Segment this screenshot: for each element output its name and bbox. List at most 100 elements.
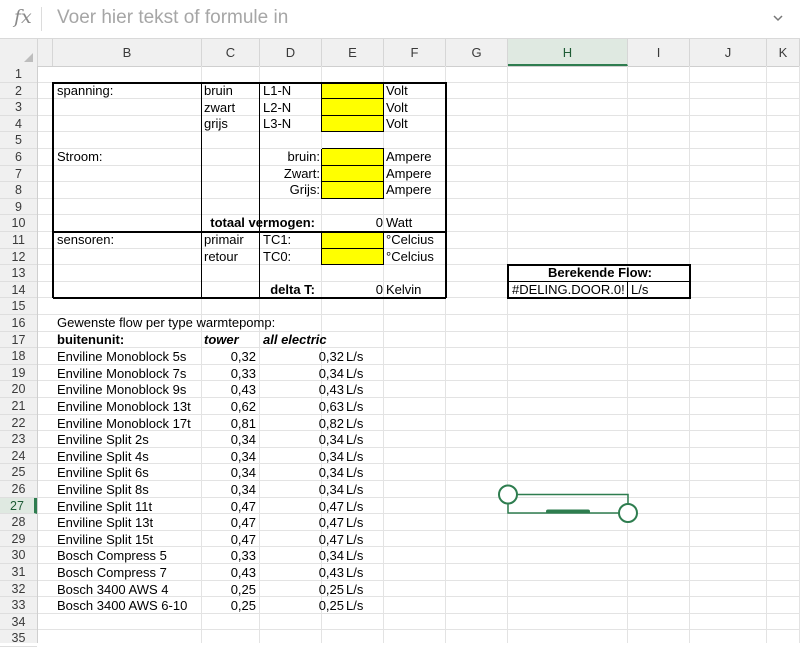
column-header-g[interactable]: G <box>446 39 508 66</box>
cell-border <box>201 82 202 299</box>
row-header-6[interactable]: 6 <box>0 149 37 166</box>
table-cell-all-electric: 0,47 <box>318 531 344 547</box>
cell-border <box>383 232 384 249</box>
row-header-5[interactable]: 5 <box>0 132 37 149</box>
row-header-7[interactable]: 7 <box>0 166 37 183</box>
column-header-a[interactable] <box>38 39 53 66</box>
gridline <box>507 66 508 643</box>
row-header-21[interactable]: 21 <box>0 398 37 415</box>
gridline <box>766 66 767 643</box>
input-cell-e6[interactable] <box>322 149 384 166</box>
table-cell-tower: 0,43 <box>230 382 256 398</box>
input-cell-e11[interactable] <box>322 232 384 249</box>
row-header-12[interactable]: 12 <box>0 249 37 266</box>
row-header-30[interactable]: 30 <box>0 547 37 564</box>
label-zwart-current: Zwart: <box>283 166 320 181</box>
row-header-8[interactable]: 8 <box>0 182 37 199</box>
row-header-11[interactable]: 11 <box>0 232 37 249</box>
cell-border <box>322 131 384 133</box>
input-cell-e12[interactable] <box>322 248 384 266</box>
row-header-29[interactable]: 29 <box>0 531 37 548</box>
row-header-13[interactable]: 13 <box>0 265 37 282</box>
column-header-f[interactable]: F <box>384 39 446 66</box>
header-all-electric: all electric <box>263 332 327 347</box>
row-header-35[interactable]: 35 <box>0 630 37 647</box>
cell-border <box>321 115 322 133</box>
label-zwart: zwart <box>204 100 236 115</box>
table-cell-all-electric: 0,34 <box>318 482 344 497</box>
label-retour: retour <box>204 249 238 264</box>
function-icon[interactable]: fx <box>14 6 32 28</box>
table-cell-unit: L/s <box>346 448 364 464</box>
column-header-j[interactable]: J <box>690 39 767 66</box>
input-cell-e7[interactable] <box>322 165 384 183</box>
table-cell-unit: L/s <box>346 432 364 448</box>
row-header-27[interactable]: 27 <box>0 497 37 515</box>
input-cell-e4[interactable] <box>322 115 384 133</box>
row-header-19[interactable]: 19 <box>0 365 37 382</box>
row-header-24[interactable]: 24 <box>0 448 37 465</box>
cell-border <box>322 164 384 166</box>
row-header-1[interactable]: 1 <box>0 66 37 83</box>
unit-ampere-2: Ampere <box>386 166 432 181</box>
table-cell-name: Enviline Split 15t <box>57 531 154 547</box>
column-header-c[interactable]: C <box>202 39 260 66</box>
cell-grid[interactable]: spanning: bruin zwart grijs L1-N L2-N L3… <box>38 66 800 643</box>
table-cell-tower: 0,43 <box>230 565 256 580</box>
flow-unit: L/s <box>631 282 649 297</box>
row-header-18[interactable]: 18 <box>0 348 37 365</box>
formula-input[interactable]: Voer hier tekst of formule in <box>57 7 288 29</box>
table-cell-unit: L/s <box>346 382 364 398</box>
flow-title: Berekende Flow: <box>547 265 653 280</box>
table-cell-name: Enviline Split 8s <box>57 482 149 497</box>
row-header-14[interactable]: 14 <box>0 282 37 299</box>
table-cell-unit: L/s <box>346 598 364 614</box>
input-cell-e3[interactable] <box>322 99 384 116</box>
select-all-corner[interactable] <box>0 39 38 66</box>
column-header-h[interactable]: H <box>508 39 628 66</box>
row-header-31[interactable]: 31 <box>0 564 37 581</box>
row-header-17[interactable]: 17 <box>0 332 37 349</box>
table-cell-unit: L/s <box>346 498 364 514</box>
table-cell-unit: L/s <box>346 515 364 531</box>
row-header-34[interactable]: 34 <box>0 614 37 631</box>
table-cell-name: Bosch 3400 AWS 6-10 <box>57 598 188 614</box>
label-sensoren: sensoren: <box>57 232 115 247</box>
input-cell-e8[interactable] <box>322 182 384 199</box>
table-cell-unit: L/s <box>346 581 364 597</box>
block-border-left <box>52 81 54 299</box>
table-cell-name: Bosch Compress 7 <box>57 565 167 580</box>
row-header-25[interactable]: 25 <box>0 464 37 481</box>
header-buitenunit: buitenunit: <box>57 332 125 347</box>
row-header-32[interactable]: 32 <box>0 581 37 598</box>
column-header-k[interactable]: K <box>767 39 800 66</box>
table-cell-name: Enviline Split 4s <box>57 448 149 464</box>
row-header-10[interactable]: 10 <box>0 215 37 232</box>
row-header-22[interactable]: 22 <box>0 415 37 432</box>
cell-border <box>322 98 384 100</box>
row-header-4[interactable]: 4 <box>0 116 37 133</box>
row-header-15[interactable]: 15 <box>0 298 37 315</box>
row-header-9[interactable]: 9 <box>0 199 37 216</box>
column-header-b[interactable]: B <box>53 39 202 66</box>
row-header-26[interactable]: 26 <box>0 481 37 498</box>
row-header-2[interactable]: 2 <box>0 83 37 100</box>
row-header-16[interactable]: 16 <box>0 315 37 332</box>
row-header-20[interactable]: 20 <box>0 381 37 398</box>
gridline <box>38 480 800 481</box>
row-header-28[interactable]: 28 <box>0 514 37 531</box>
column-header-d[interactable]: D <box>260 39 322 66</box>
table-cell-name: Enviline Monoblock 5s <box>57 349 187 365</box>
row-header-3[interactable]: 3 <box>0 99 37 116</box>
chevron-down-icon[interactable] <box>772 12 784 24</box>
table-cell-all-electric: 0,25 <box>318 598 344 614</box>
row-header-33[interactable]: 33 <box>0 597 37 614</box>
gridline <box>38 446 800 448</box>
table-cell-name: Enviline Monoblock 17t <box>57 415 191 431</box>
column-header-e[interactable]: E <box>322 39 384 66</box>
row-header-23[interactable]: 23 <box>0 431 37 448</box>
column-header-i[interactable]: I <box>628 39 690 66</box>
value-totaal-vermogen: 0 <box>375 215 383 230</box>
cell-border <box>383 99 384 116</box>
input-cell-e2[interactable] <box>322 82 384 100</box>
